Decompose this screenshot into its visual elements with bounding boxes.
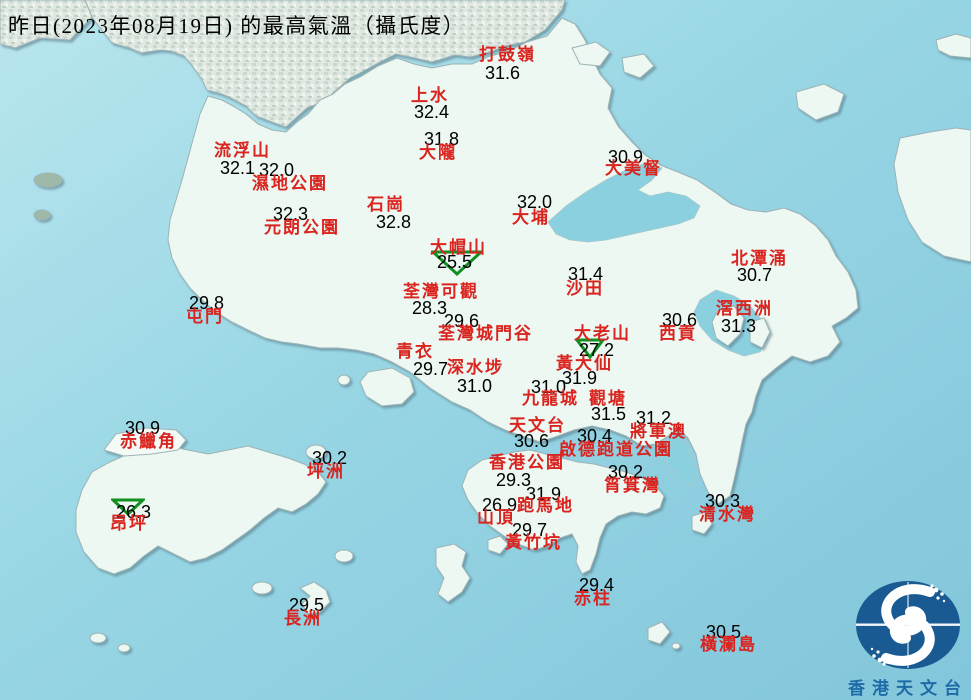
station-name: 打鼓嶺 bbox=[479, 45, 536, 64]
station-name: 香港公園 bbox=[489, 453, 565, 472]
station-name: 上水 bbox=[411, 86, 449, 105]
station-name: 山頂 bbox=[477, 508, 515, 527]
station-name: 啟德跑道公園 bbox=[559, 440, 673, 459]
station-name: 坪洲 bbox=[307, 462, 345, 481]
station-name: 流浮山 bbox=[214, 141, 271, 160]
stations-layer: 31.6 打鼓嶺 32.4 上水 31.8 大隴 32.1 流浮山 32.0 濕地公園 32.3 元朗… bbox=[0, 0, 971, 700]
station-name: 赤柱 bbox=[574, 589, 612, 608]
station-temperature: 32.8 bbox=[376, 212, 412, 232]
station-name: 觀塘 bbox=[589, 389, 627, 408]
station-temperature: 30.7 bbox=[737, 265, 773, 285]
station-name: 橫瀾島 bbox=[700, 635, 757, 654]
station-temperature: 31.3 bbox=[721, 316, 757, 336]
station-name: 大埔 bbox=[512, 208, 550, 227]
station-temperature: 32.1 bbox=[220, 158, 256, 178]
station-name: 跑馬地 bbox=[517, 496, 574, 515]
station-name: 石崗 bbox=[367, 195, 405, 214]
station-name: 長洲 bbox=[284, 609, 322, 628]
station-temperature: 31.0 bbox=[457, 376, 493, 396]
station-name: 大美督 bbox=[605, 159, 662, 178]
station-name: 屯門 bbox=[186, 307, 224, 326]
station-name: 大隴 bbox=[419, 143, 457, 162]
station-name: 元朗公園 bbox=[264, 218, 340, 237]
station-name: 將軍澳 bbox=[630, 422, 687, 441]
station-temperature: 29.7 bbox=[413, 359, 449, 379]
station-name: 沙田 bbox=[566, 279, 604, 298]
station-name: 青衣 bbox=[396, 342, 434, 361]
station-name: 赤鱲角 bbox=[120, 432, 177, 451]
station-name: 深水埗 bbox=[447, 358, 504, 377]
hko-logo-chinese-name: 香港天文台 bbox=[848, 679, 968, 698]
station-name: 昂坪 bbox=[110, 514, 148, 533]
station-name: 黃大仙 bbox=[556, 354, 613, 373]
station-name: 九龍城 bbox=[522, 389, 579, 408]
station-name: 滘西洲 bbox=[716, 299, 773, 318]
station-name: 大帽山 bbox=[430, 238, 487, 257]
station-temperature: 32.4 bbox=[414, 102, 450, 122]
station-name: 黃竹坑 bbox=[505, 533, 562, 552]
station-name: 荃灣城門谷 bbox=[438, 324, 533, 343]
hko-logo-emblem bbox=[856, 581, 960, 669]
station-name: 大老山 bbox=[574, 324, 631, 343]
station-name: 清水灣 bbox=[699, 505, 756, 524]
station-name: 荃灣可觀 bbox=[403, 282, 479, 301]
station-name: 濕地公園 bbox=[252, 174, 328, 193]
weather-map-screen: 昨日(2023年08月19日) 的最高氣溫（攝氏度） 31.6 打鼓嶺 32.4 上水… bbox=[0, 0, 971, 700]
station-name: 北潭涌 bbox=[731, 249, 788, 268]
station-temperature: 31.6 bbox=[485, 63, 521, 83]
hko-logo: 香港天文台 HONG KONG OBSERVATORY bbox=[828, 578, 971, 700]
station-name: 筲箕灣 bbox=[604, 476, 661, 495]
station-temperature: 28.3 bbox=[412, 298, 448, 318]
station-name: 西貢 bbox=[659, 324, 697, 343]
station-name: 天文台 bbox=[509, 416, 566, 435]
